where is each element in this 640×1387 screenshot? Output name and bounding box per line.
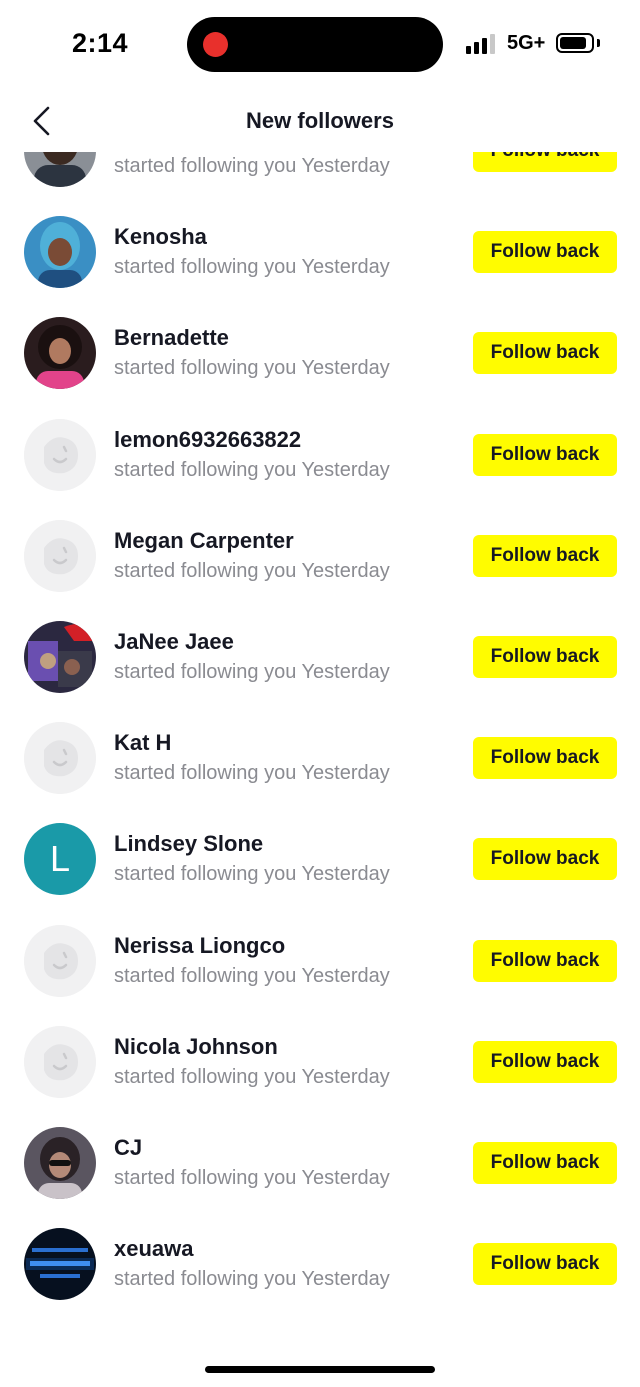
recording-indicator-icon: [203, 32, 228, 57]
list-item[interactable]: CJ started following you Yesterday Follow …: [0, 1112, 640, 1213]
avatar[interactable]: [24, 1127, 96, 1199]
avatar[interactable]: [24, 1025, 96, 1098]
list-item[interactable]: JaNee Jaee started following you Yesterda…: [0, 606, 640, 707]
list-item[interactable]: L Lindsey Slone started following you Yest…: [0, 808, 640, 909]
follow-back-button[interactable]: Follow back: [473, 534, 617, 577]
follow-back-button[interactable]: Follow back: [473, 332, 617, 375]
follow-activity-text: started following you Yesterday: [114, 1268, 390, 1291]
follow-back-button[interactable]: Follow back: [473, 737, 617, 780]
follower-name[interactable]: Lindsey Slone: [114, 831, 263, 857]
follower-name[interactable]: CJ: [114, 1135, 142, 1161]
nav-header: New followers: [0, 90, 640, 152]
follow-back-button[interactable]: Follow back: [473, 433, 617, 476]
list-item[interactable]: Nerissa Liongco started following you Yes…: [0, 910, 640, 1011]
follow-back-button[interactable]: Follow back: [473, 838, 617, 881]
page-title: New followers: [246, 108, 394, 133]
follow-activity-text: started following you Yesterday: [114, 559, 390, 582]
avatar[interactable]: [24, 924, 96, 997]
follow-back-button[interactable]: Follow back: [473, 939, 617, 982]
follower-name[interactable]: Kenosha: [114, 224, 207, 250]
follow-activity-text: started following you Yesterday: [114, 458, 390, 481]
list-item[interactable]: Kat H started following you Yesterday Foll…: [0, 707, 640, 808]
follow-activity-text: started following you Yesterday: [114, 964, 390, 987]
list-item[interactable]: Kenosha started following you Yesterday Fo…: [0, 201, 640, 302]
follow-activity-text: started following you Yesterday: [114, 1167, 390, 1189]
follow-activity-text: started following you Yesterday: [114, 1065, 390, 1088]
avatar[interactable]: [24, 621, 96, 693]
follow-activity-text: started following you Yesterday: [114, 357, 390, 380]
avatar[interactable]: [24, 722, 96, 795]
network-type: 5G+: [507, 32, 546, 54]
follow-back-button[interactable]: Follow back: [473, 1243, 617, 1286]
status-bar: 2:14 5G+: [0, 0, 640, 90]
avatar[interactable]: [24, 1228, 96, 1301]
follow-activity-text: started following you Yesterday: [114, 762, 390, 785]
list-item[interactable]: Bernadette started following you Yesterda…: [0, 302, 640, 403]
avatar[interactable]: [24, 519, 96, 592]
followers-list: Mamadramastarted following you Yesterday…: [0, 117, 640, 1342]
list-item[interactable]: Nicola Johnson started following you Yest…: [0, 1011, 640, 1112]
dynamic-island: [187, 17, 443, 72]
follow-back-button[interactable]: Follow back: [473, 1142, 617, 1184]
avatar[interactable]: [24, 317, 96, 390]
home-indicator[interactable]: [205, 1366, 435, 1373]
list-item[interactable]: xeuawa started following you Yesterday Fol…: [0, 1213, 640, 1314]
avatar[interactable]: [24, 418, 96, 491]
follower-name[interactable]: lemon6932663822: [114, 427, 301, 453]
battery-icon: [556, 33, 594, 53]
follow-activity-text: started following you Yesterday: [114, 256, 390, 279]
avatar[interactable]: [24, 216, 96, 289]
status-time: 2:14: [72, 28, 129, 58]
avatar[interactable]: L: [24, 823, 96, 896]
follower-name[interactable]: Nicola Johnson: [114, 1034, 278, 1060]
follower-name[interactable]: Kat H: [114, 730, 171, 756]
follow-activity-text: started following you Yesterday: [114, 661, 390, 683]
follow-activity-text: started following you Yesterday: [114, 155, 390, 177]
follower-name[interactable]: Megan Carpenter: [114, 528, 294, 554]
follow-activity-text: started following you Yesterday: [114, 863, 390, 886]
follow-back-button[interactable]: Follow back: [473, 636, 617, 678]
follower-name[interactable]: xeuawa: [114, 1236, 194, 1262]
follow-back-button[interactable]: Follow back: [473, 231, 617, 274]
follower-name[interactable]: Bernadette: [114, 325, 229, 351]
list-item[interactable]: Megan Carpenter started following you Yes…: [0, 505, 640, 606]
follow-back-button[interactable]: Follow back: [473, 1040, 617, 1083]
list-item[interactable]: lemon6932663822 started following you Yes…: [0, 404, 640, 505]
follower-name[interactable]: JaNee Jaee: [114, 629, 234, 655]
follower-name[interactable]: Nerissa Liongco: [114, 933, 285, 959]
cellular-signal-icon: [466, 34, 498, 54]
